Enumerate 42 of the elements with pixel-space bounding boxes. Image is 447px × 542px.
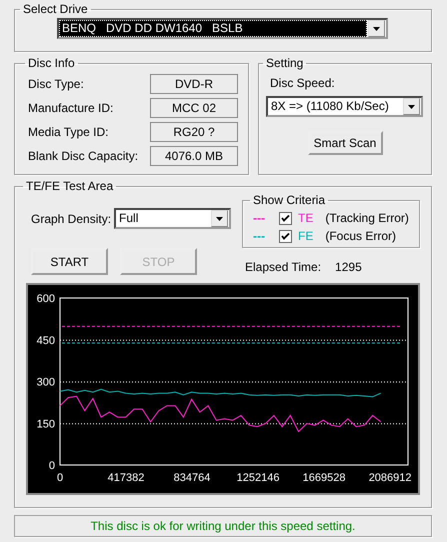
checkbox[interactable] [279, 212, 292, 224]
status-message: This disc is ok for writing under this speed setting. [90, 519, 356, 533]
group-title: Show Criteria [252, 193, 326, 207]
speed-dropdown[interactable]: 8X => (11080 Kb/Sec) [266, 96, 423, 117]
criteria-label: (Focus Error) [325, 229, 396, 243]
action-button[interactable]: START [31, 248, 108, 275]
density-dropdown[interactable]: Full [114, 208, 232, 229]
field-label: Manufacture ID: [28, 101, 114, 115]
criteria-code: FE [298, 229, 314, 243]
axis-tick-label: 1669528 [302, 472, 346, 484]
field-label: Disc Speed: [270, 76, 336, 90]
group-title: TE/FE Test Area [25, 179, 114, 193]
field-label: Blank Disc Capacity: [28, 149, 138, 163]
axis-tick-label: 834764 [174, 472, 210, 484]
axis-tick-label: 2086912 [368, 472, 412, 484]
group-title: Disc Info [27, 56, 76, 70]
smart-scan-button[interactable]: Smart Scan [308, 131, 382, 155]
elapsed-label: Elapsed Time: [245, 260, 322, 274]
axis-tick-label: 300 [36, 376, 55, 388]
axis-tick-label: 600 [36, 293, 55, 305]
group-title: Select Drive [22, 2, 89, 16]
value-field: RG20 ? [150, 122, 238, 142]
checkbox[interactable] [279, 230, 292, 242]
criteria-label: (Tracking Error) [325, 211, 409, 225]
drive-dropdown[interactable]: BENQ DVD DD DW1640 BSLB [57, 18, 388, 39]
axis-tick-label: 1252146 [236, 472, 280, 484]
legend-dash: --- [253, 229, 266, 243]
field-label: Graph Density: [31, 212, 112, 226]
axis-tick-label: 417382 [108, 472, 144, 484]
value-field: 4076.0 MB [150, 146, 238, 166]
axis-tick-label: 150 [36, 418, 55, 430]
value-field: DVD-R [150, 74, 238, 94]
value-field: MCC 02 [150, 98, 238, 118]
axis-tick-label: 0 [57, 472, 64, 484]
legend-dash: --- [253, 211, 266, 225]
elapsed-value: 1295 [335, 260, 362, 274]
field-label: Media Type ID: [28, 125, 108, 139]
group-title: Setting [265, 56, 304, 70]
axis-tick-label: 0 [48, 460, 55, 472]
field-label: Disc Type: [28, 77, 84, 91]
axis-tick-label: 450 [36, 334, 55, 347]
criteria-code: TE [298, 211, 314, 225]
